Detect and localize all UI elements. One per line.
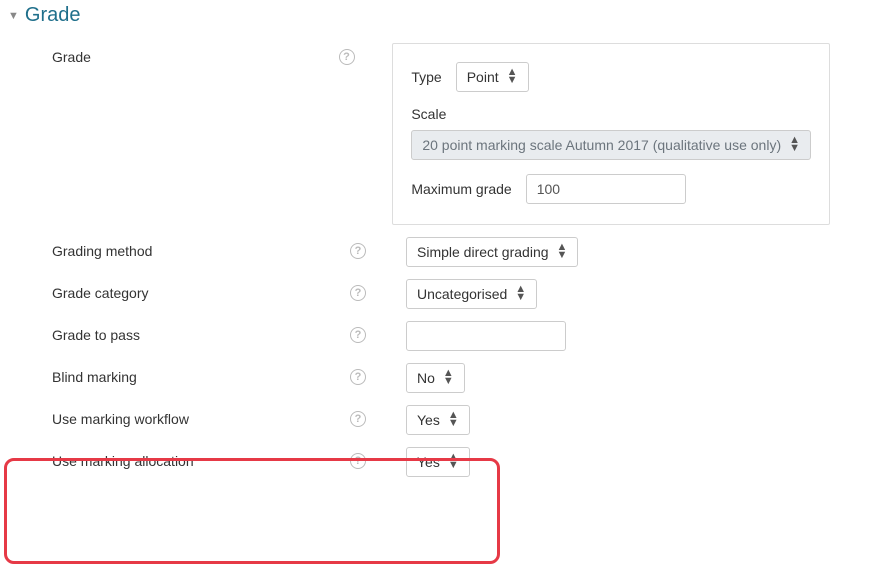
updown-icon: ▲▼ xyxy=(443,370,454,385)
caret-down-icon: ▼ xyxy=(8,10,19,22)
updown-icon: ▲▼ xyxy=(507,69,518,84)
updown-icon: ▲▼ xyxy=(515,286,526,301)
updown-icon: ▲▼ xyxy=(448,454,459,469)
select-value: Point xyxy=(467,69,499,85)
help-icon[interactable]: ? xyxy=(350,453,366,469)
select-value: Yes xyxy=(417,412,440,428)
help-icon[interactable]: ? xyxy=(350,411,366,427)
label-marking-allocation: Use marking allocation xyxy=(0,447,350,469)
select-grade-category[interactable]: Uncategorised ▲▼ xyxy=(406,279,537,309)
grade-panel: Type Point ▲▼ Scale 20 point marking sca… xyxy=(392,43,830,225)
select-marking-allocation[interactable]: Yes ▲▼ xyxy=(406,447,470,477)
updown-icon: ▲▼ xyxy=(448,412,459,427)
updown-icon: ▲▼ xyxy=(557,244,568,259)
select-grade-type[interactable]: Point ▲▼ xyxy=(456,62,529,92)
label-type: Type xyxy=(411,69,441,85)
section-header-grade[interactable]: ▼ Grade xyxy=(0,0,870,37)
label-marking-workflow: Use marking workflow xyxy=(0,405,350,427)
help-icon[interactable]: ? xyxy=(350,327,366,343)
select-grading-method[interactable]: Simple direct grading ▲▼ xyxy=(406,237,578,267)
label-max-grade: Maximum grade xyxy=(411,181,511,197)
help-icon[interactable]: ? xyxy=(350,285,366,301)
label-grade: Grade xyxy=(0,43,339,65)
select-value: Uncategorised xyxy=(417,286,507,302)
help-icon[interactable]: ? xyxy=(350,243,366,259)
section-title: Grade xyxy=(25,4,81,27)
label-grading-method: Grading method xyxy=(0,237,350,259)
select-grade-scale: 20 point marking scale Autumn 2017 (qual… xyxy=(411,130,811,160)
label-grade-to-pass: Grade to pass xyxy=(0,321,350,343)
select-value: Yes xyxy=(417,454,440,470)
select-marking-workflow[interactable]: Yes ▲▼ xyxy=(406,405,470,435)
help-icon[interactable]: ? xyxy=(350,369,366,385)
help-icon[interactable]: ? xyxy=(339,49,355,65)
select-value: 20 point marking scale Autumn 2017 (qual… xyxy=(422,137,781,153)
input-max-grade[interactable] xyxy=(526,174,686,204)
select-blind-marking[interactable]: No ▲▼ xyxy=(406,363,465,393)
updown-icon: ▲▼ xyxy=(789,137,800,152)
label-scale: Scale xyxy=(411,106,811,122)
input-grade-to-pass[interactable] xyxy=(406,321,566,351)
select-value: Simple direct grading xyxy=(417,244,549,260)
label-blind-marking: Blind marking xyxy=(0,363,350,385)
label-grade-category: Grade category xyxy=(0,279,350,301)
select-value: No xyxy=(417,370,435,386)
